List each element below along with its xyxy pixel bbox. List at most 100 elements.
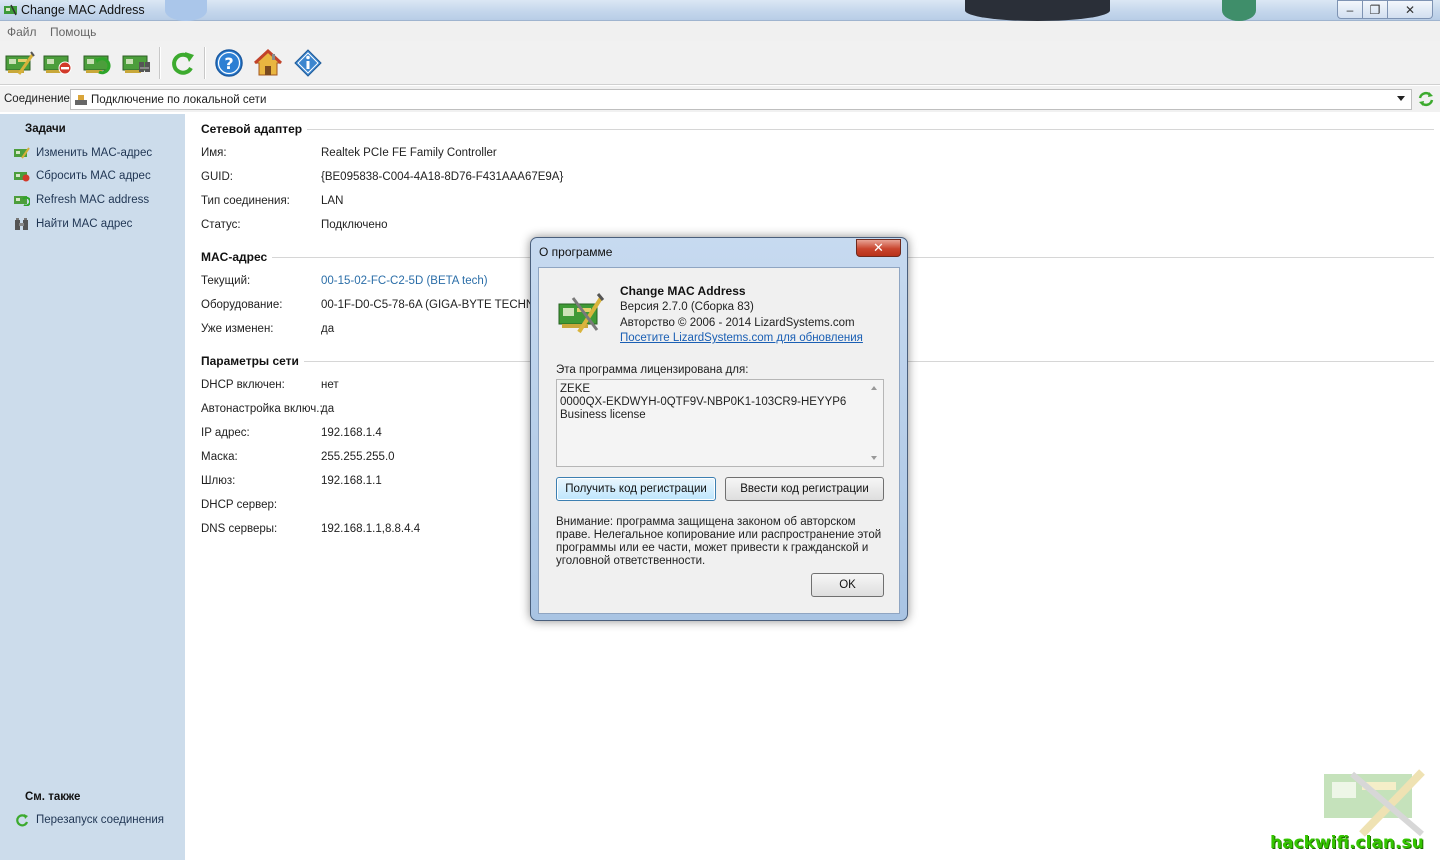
close-icon: ✕ <box>1404 2 1416 17</box>
license-scrollbar[interactable] <box>868 381 882 465</box>
refresh-connections-icon <box>172 52 194 75</box>
sidebar-item-find-mac[interactable]: Найти MAC адрес <box>14 215 132 233</box>
enter-registration-code-button[interactable]: Ввести код регистрации <box>725 477 884 501</box>
property-value: {BE095838-C004-4A18-8D76-F431AAA67E9A} <box>321 171 564 183</box>
dialog-copyright: Авторство © 2006 - 2014 LizardSystems.co… <box>620 317 855 329</box>
toolbar-change-mac-button[interactable] <box>4 47 36 79</box>
section-title: Параметры сети <box>201 354 304 368</box>
watermark-text: hackwifi.clan.su <box>1270 833 1424 853</box>
property-key: Уже изменен: <box>201 323 274 335</box>
property-key: IP адрес: <box>201 427 250 439</box>
sidebar-item-change-mac[interactable]: Изменить MAC-адрес <box>14 144 152 162</box>
connection-value: Подключение по локальной сети <box>91 94 267 106</box>
license-textbox[interactable]: ZEKE 0000QX-EKDWYH-0QTF9V-NBP0K1-103CR9-… <box>556 379 884 467</box>
close-icon: ✕ <box>873 240 884 255</box>
connection-label: Соединение: <box>4 93 74 105</box>
licensed-to-label: Эта программа лицензирована для: <box>556 364 749 376</box>
copyright-warning: Внимание: программа защищена законом об … <box>556 516 882 567</box>
sidebar-see-also-title: См. также <box>25 791 81 803</box>
property-key: Маска: <box>201 451 238 463</box>
change-mac-icon <box>14 147 30 159</box>
license-line: 0000QX-EKDWYH-0QTF9V-NBP0K1-103CR9-HEYYP… <box>560 396 847 408</box>
background-decoration <box>1222 0 1256 21</box>
scroll-up-icon <box>871 386 877 390</box>
get-registration-code-button[interactable]: Получить код регистрации <box>556 477 716 501</box>
property-key: Статус: <box>201 219 241 231</box>
toolbar-help-button[interactable]: ? <box>213 47 245 79</box>
help-icon: ? <box>215 49 243 77</box>
property-key: Текущий: <box>201 275 251 287</box>
maximize-icon: ❐ <box>1369 2 1381 17</box>
background-decoration <box>965 0 1110 21</box>
property-key: GUID: <box>201 171 233 183</box>
toolbar-home-button[interactable] <box>252 47 284 79</box>
scroll-down-icon <box>871 456 877 460</box>
sidebar-item-refresh-mac[interactable]: Refresh MAC address <box>14 191 149 209</box>
update-link[interactable]: Посетите LizardSystems.com для обновлени… <box>620 332 863 344</box>
property-key: Оборудование: <box>201 299 283 311</box>
reset-mac-icon <box>43 55 72 75</box>
sidebar-item-label: Сбросить MAC адрес <box>36 170 151 182</box>
home-icon <box>253 48 283 76</box>
dialog-close-button[interactable]: ✕ <box>856 239 901 257</box>
dialog-version: Версия 2.7.0 (Сборка 83) <box>620 301 754 313</box>
find-mac-icon <box>122 55 150 73</box>
property-value: LAN <box>321 195 344 207</box>
property-value: нет <box>321 379 339 391</box>
sidebar-item-reset-mac[interactable]: Сбросить MAC адрес <box>14 167 151 185</box>
current-mac-link[interactable]: 00-15-02-FC-C2-5D (BETA tech) <box>321 275 488 287</box>
license-line: Business license <box>560 409 646 421</box>
property-value: 192.168.1.1 <box>321 475 382 487</box>
connection-select[interactable]: Подключение по локальной сети <box>70 89 1412 110</box>
change-mac-icon <box>5 51 35 75</box>
toolbar-refresh-button[interactable] <box>166 47 198 79</box>
about-dialog: О программе ✕ Change MAC Address Версия … <box>530 237 908 621</box>
section-adapter: Сетевой адаптер <box>201 122 1434 138</box>
watermark-logo-icon <box>1324 769 1425 837</box>
property-key: Тип соединения: <box>201 195 290 207</box>
sidebar-item-restart-connection[interactable]: Перезапуск соединения <box>14 811 164 829</box>
toolbar-reset-mac-button[interactable] <box>42 47 74 79</box>
sidebar-item-label: Изменить MAC-адрес <box>36 147 153 159</box>
sidebar: Задачи Изменить MAC-адрес Сбросить MAC а… <box>0 114 185 860</box>
property-key: DHCP включен: <box>201 379 285 391</box>
property-key: Автонастройка включ.: <box>201 403 323 415</box>
binoculars-icon <box>15 218 28 230</box>
toolbar-find-mac-button[interactable] <box>121 47 153 79</box>
close-button[interactable]: ✕ <box>1388 0 1433 19</box>
refresh-connection-icon[interactable] <box>1417 90 1435 108</box>
window-title: Change MAC Address <box>21 3 145 17</box>
background-decoration <box>165 0 207 21</box>
menu-file[interactable]: Файл <box>7 25 37 39</box>
menu-bar: Файл Помощь <box>0 21 1440 41</box>
property-value: 255.255.255.0 <box>321 451 395 463</box>
menu-help[interactable]: Помощь <box>50 25 96 39</box>
svg-text:?: ? <box>224 54 233 73</box>
maximize-button[interactable]: ❐ <box>1363 0 1388 19</box>
property-key: DHCP сервер: <box>201 499 278 511</box>
property-value: 192.168.1.1,8.8.4.4 <box>321 523 421 535</box>
about-icon <box>294 49 322 77</box>
toolbar-refresh-mac-button[interactable] <box>82 47 114 79</box>
app-icon <box>4 4 17 16</box>
sidebar-item-label: Найти MAC адрес <box>36 218 133 230</box>
toolbar-separator <box>204 47 206 79</box>
dialog-body: Change MAC Address Версия 2.7.0 (Сборка … <box>538 267 900 614</box>
section-title: MAC-адрес <box>201 250 273 264</box>
property-value: 192.168.1.4 <box>321 427 382 439</box>
sidebar-item-label: Перезапуск соединения <box>36 814 164 826</box>
toolbar-separator <box>159 47 161 79</box>
property-value: да <box>321 323 335 335</box>
connection-row: Соединение: Подключение по локальной сет… <box>0 86 1440 112</box>
minimize-icon: – <box>1346 2 1354 17</box>
restart-connection-icon <box>16 814 29 827</box>
toolbar-about-button[interactable] <box>292 47 324 79</box>
dialog-title: О программе <box>539 245 613 259</box>
ok-button[interactable]: OK <box>811 573 884 597</box>
license-line: ZEKE <box>560 383 591 395</box>
title-bar: Change MAC Address – ❐ ✕ <box>0 0 1440 21</box>
property-key: DNS серверы: <box>201 523 278 535</box>
minimize-button[interactable]: – <box>1337 0 1363 19</box>
section-title: Сетевой адаптер <box>201 122 308 136</box>
refresh-mac-icon <box>83 55 111 75</box>
